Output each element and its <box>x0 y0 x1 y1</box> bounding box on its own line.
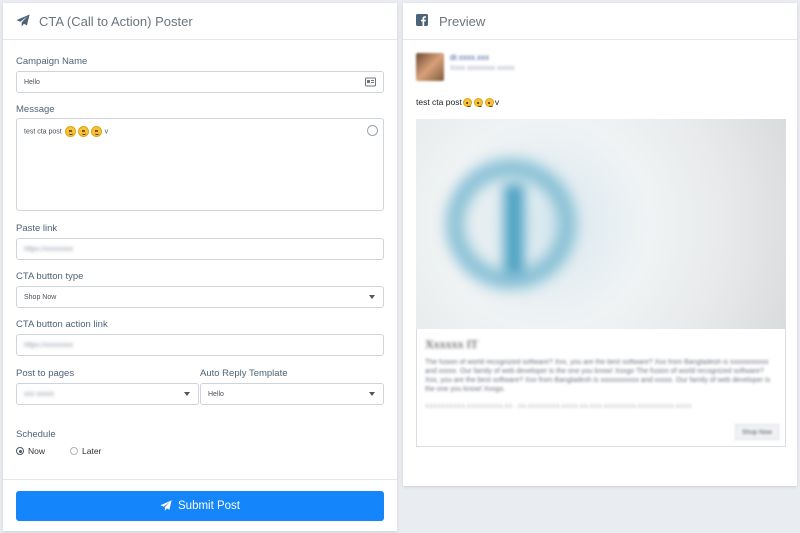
post-to-pages-select[interactable]: xxx xxxxx <box>16 383 199 405</box>
preview-message-suffix: v <box>494 97 500 107</box>
submit-post-label: Submit Post <box>178 500 240 512</box>
link-preview-description: The fusion of world recognized software?… <box>425 359 771 393</box>
smile-emoji-icon <box>64 126 76 137</box>
cta-link-input[interactable]: https://xxxxxxxx <box>16 334 384 356</box>
cta-type-value: Shop Now <box>24 293 57 301</box>
paper-plane-icon <box>16 14 30 28</box>
campaign-name-input[interactable]: Hello <box>16 71 384 93</box>
schedule-label: Schedule <box>16 429 56 440</box>
facebook-icon <box>416 14 430 28</box>
emoji-picker-icon[interactable] <box>367 125 378 136</box>
cta-type-label: CTA button type <box>16 271 84 282</box>
campaign-name-value: Hello <box>24 78 40 86</box>
schedule-later-label: Later <box>82 446 102 456</box>
schedule-now-radio[interactable]: Now <box>16 446 45 456</box>
id-card-icon <box>365 77 376 87</box>
schedule-now-label: Now <box>28 446 46 456</box>
smile-emoji-icon <box>77 126 89 137</box>
footer-divider <box>3 479 397 480</box>
poster-header: CTA (Call to Action) Poster <box>3 3 397 40</box>
smile-emoji-icon <box>462 97 472 107</box>
campaign-name-label: Campaign Name <box>16 56 88 67</box>
post-to-pages-label: Post to pages <box>16 368 75 379</box>
auto-reply-select[interactable]: Hello <box>200 383 384 405</box>
link-preview-url: XXXXXXXXXX.XXXXXXXXX.XX - XX-XXXXXXXX-XX… <box>425 404 692 410</box>
fb-page-info: dr.xxxx.xxx Xxxx xxxxxxxx xxxxx <box>450 53 515 81</box>
preview-message-text: test cta post <box>416 97 462 107</box>
preview-message: test cta post v <box>416 97 499 107</box>
cta-poster-card: CTA (Call to Action) Poster Campaign Nam… <box>3 3 397 531</box>
message-suffix: v <box>104 128 109 136</box>
link-preview-body[interactable]: Xxxxxx IT The fusion of world recognized… <box>416 329 786 447</box>
cta-link-value: https://xxxxxxxx <box>24 341 74 349</box>
paste-link-value: https://xxxxxxxx <box>24 245 74 253</box>
fb-page-subtitle: Xxxx xxxxxxxx xxxxx <box>450 65 515 72</box>
preview-header: Preview <box>403 3 797 40</box>
link-preview-title: Xxxxxx IT <box>425 337 478 351</box>
fb-post-header: dr.xxxx.xxx Xxxx xxxxxxxx xxxxx <box>416 53 515 81</box>
schedule-later-radio[interactable]: Later <box>70 446 101 456</box>
caret-down-icon <box>369 295 375 299</box>
submit-post-button[interactable]: Submit Post <box>16 491 384 521</box>
cta-type-select[interactable]: Shop Now <box>16 286 384 308</box>
auto-reply-value: Hello <box>208 390 224 398</box>
avatar <box>416 53 444 81</box>
preview-title: Preview <box>439 13 486 29</box>
smile-emoji-icon <box>473 97 483 107</box>
preview-card: Preview dr.xxxx.xxx Xxxx xxxxxxxx xxxxx … <box>403 3 797 486</box>
radio-checked-icon <box>16 447 24 455</box>
preview-cta-button[interactable]: Shop Now <box>735 424 779 440</box>
message-textarea[interactable]: test cta post v <box>16 118 384 211</box>
cta-link-label: CTA button action link <box>16 319 108 330</box>
post-to-pages-value: xxx xxxxx <box>24 390 54 398</box>
message-text: test cta post <box>24 128 62 136</box>
message-label: Message <box>16 104 55 115</box>
smile-emoji-icon <box>484 97 494 107</box>
link-preview-image[interactable] <box>416 119 786 329</box>
paste-link-input[interactable]: https://xxxxxxxx <box>16 238 384 260</box>
auto-reply-label: Auto Reply Template <box>200 368 288 379</box>
paper-plane-icon <box>160 500 172 511</box>
caret-down-icon <box>184 392 190 396</box>
radio-unchecked-icon <box>70 447 78 455</box>
caret-down-icon <box>369 392 375 396</box>
fb-page-name[interactable]: dr.xxxx.xxx <box>450 53 515 62</box>
poster-title: CTA (Call to Action) Poster <box>39 13 193 29</box>
paste-link-label: Paste link <box>16 223 58 234</box>
smile-emoji-icon <box>90 126 102 137</box>
logo-bar-shape <box>504 184 524 274</box>
